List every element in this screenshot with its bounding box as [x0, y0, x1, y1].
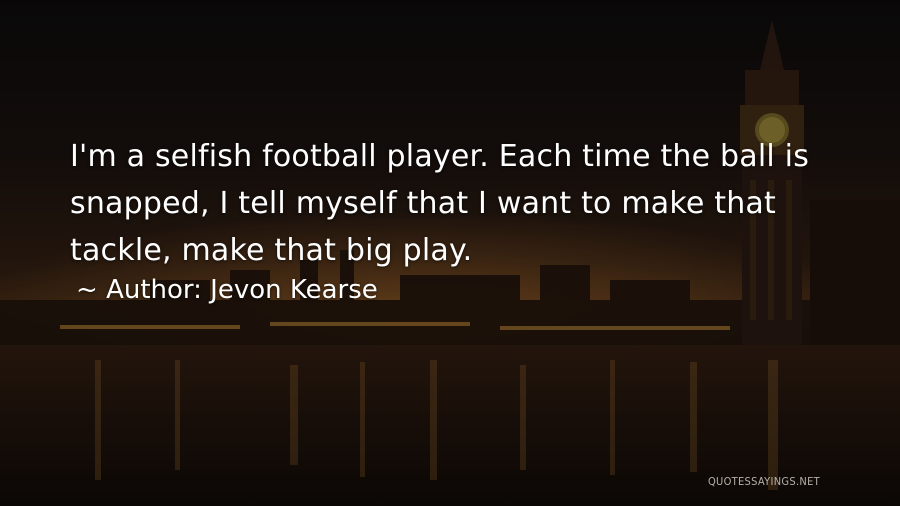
quote-line: tackle, make that big play.: [70, 233, 473, 268]
tilde-icon: ~: [76, 275, 98, 305]
author-name[interactable]: Jevon Kearse: [210, 275, 378, 305]
author-label: Author:: [106, 275, 202, 305]
quote-line: snapped, I tell myself that I want to ma…: [70, 186, 776, 221]
author-line: ~ Author: Jevon Kearse: [76, 272, 378, 308]
site-watermark: QUOTESSAYINGS.NET: [707, 475, 820, 488]
quote-text: I'm a selfish football player. Each time…: [70, 133, 830, 274]
quote-line: I'm a selfish football player. Each time…: [70, 139, 810, 174]
quote-card: I'm a selfish football player. Each time…: [0, 0, 900, 506]
